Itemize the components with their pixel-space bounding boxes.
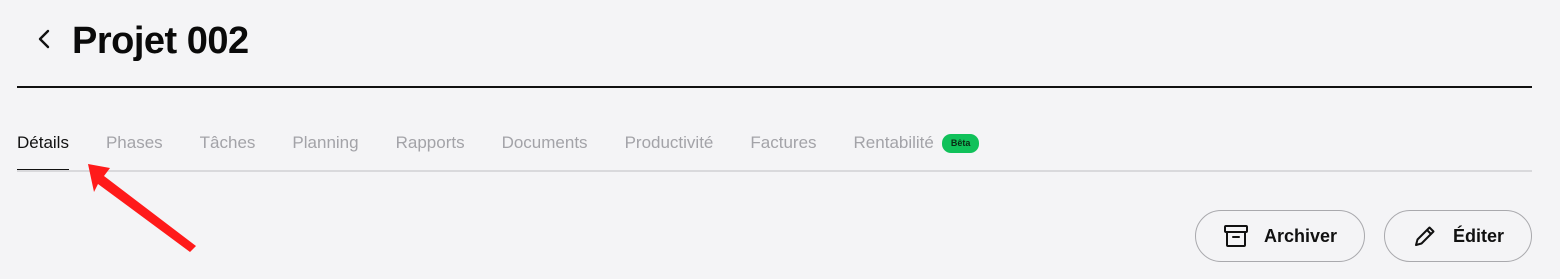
tab-label: Rapports bbox=[395, 133, 465, 152]
edit-button-label: Éditer bbox=[1453, 225, 1505, 246]
tab-rentabilite[interactable]: Rentabilité Bêta bbox=[854, 126, 980, 160]
archive-box-icon bbox=[1222, 222, 1250, 250]
title-divider bbox=[17, 86, 1532, 88]
chevron-left-icon bbox=[36, 28, 52, 55]
tab-documents[interactable]: Documents bbox=[502, 126, 588, 160]
tab-factures[interactable]: Factures bbox=[750, 126, 816, 160]
tab-label: Documents bbox=[501, 133, 588, 152]
tab-label: Phases bbox=[105, 133, 163, 152]
tab-taches[interactable]: Tâches bbox=[200, 126, 256, 160]
back-button[interactable] bbox=[30, 26, 58, 56]
tab-bar: Détails Phases Tâches Planning Rapports … bbox=[17, 126, 1016, 172]
archive-button[interactable]: Archiver bbox=[1195, 210, 1365, 262]
tab-label: Productivité bbox=[624, 133, 714, 152]
tab-label: Factures bbox=[750, 133, 817, 152]
archive-button-label: Archiver bbox=[1264, 225, 1338, 246]
tab-details[interactable]: Détails bbox=[17, 126, 69, 172]
tabs-divider bbox=[17, 170, 1532, 172]
tab-planning[interactable]: Planning bbox=[292, 126, 358, 160]
beta-badge: Bêta bbox=[941, 133, 980, 153]
tab-label: Rentabilité bbox=[853, 133, 934, 152]
page-title: Projet 002 bbox=[72, 20, 249, 62]
tab-label: Planning bbox=[292, 133, 359, 152]
tab-label: Détails bbox=[17, 133, 69, 152]
pencil-icon bbox=[1411, 222, 1439, 250]
tab-label: Tâches bbox=[199, 133, 256, 152]
edit-button[interactable]: Éditer bbox=[1384, 210, 1532, 262]
tab-rapports[interactable]: Rapports bbox=[396, 126, 465, 160]
tab-productivite[interactable]: Productivité bbox=[625, 126, 714, 160]
tab-phases[interactable]: Phases bbox=[106, 126, 163, 160]
